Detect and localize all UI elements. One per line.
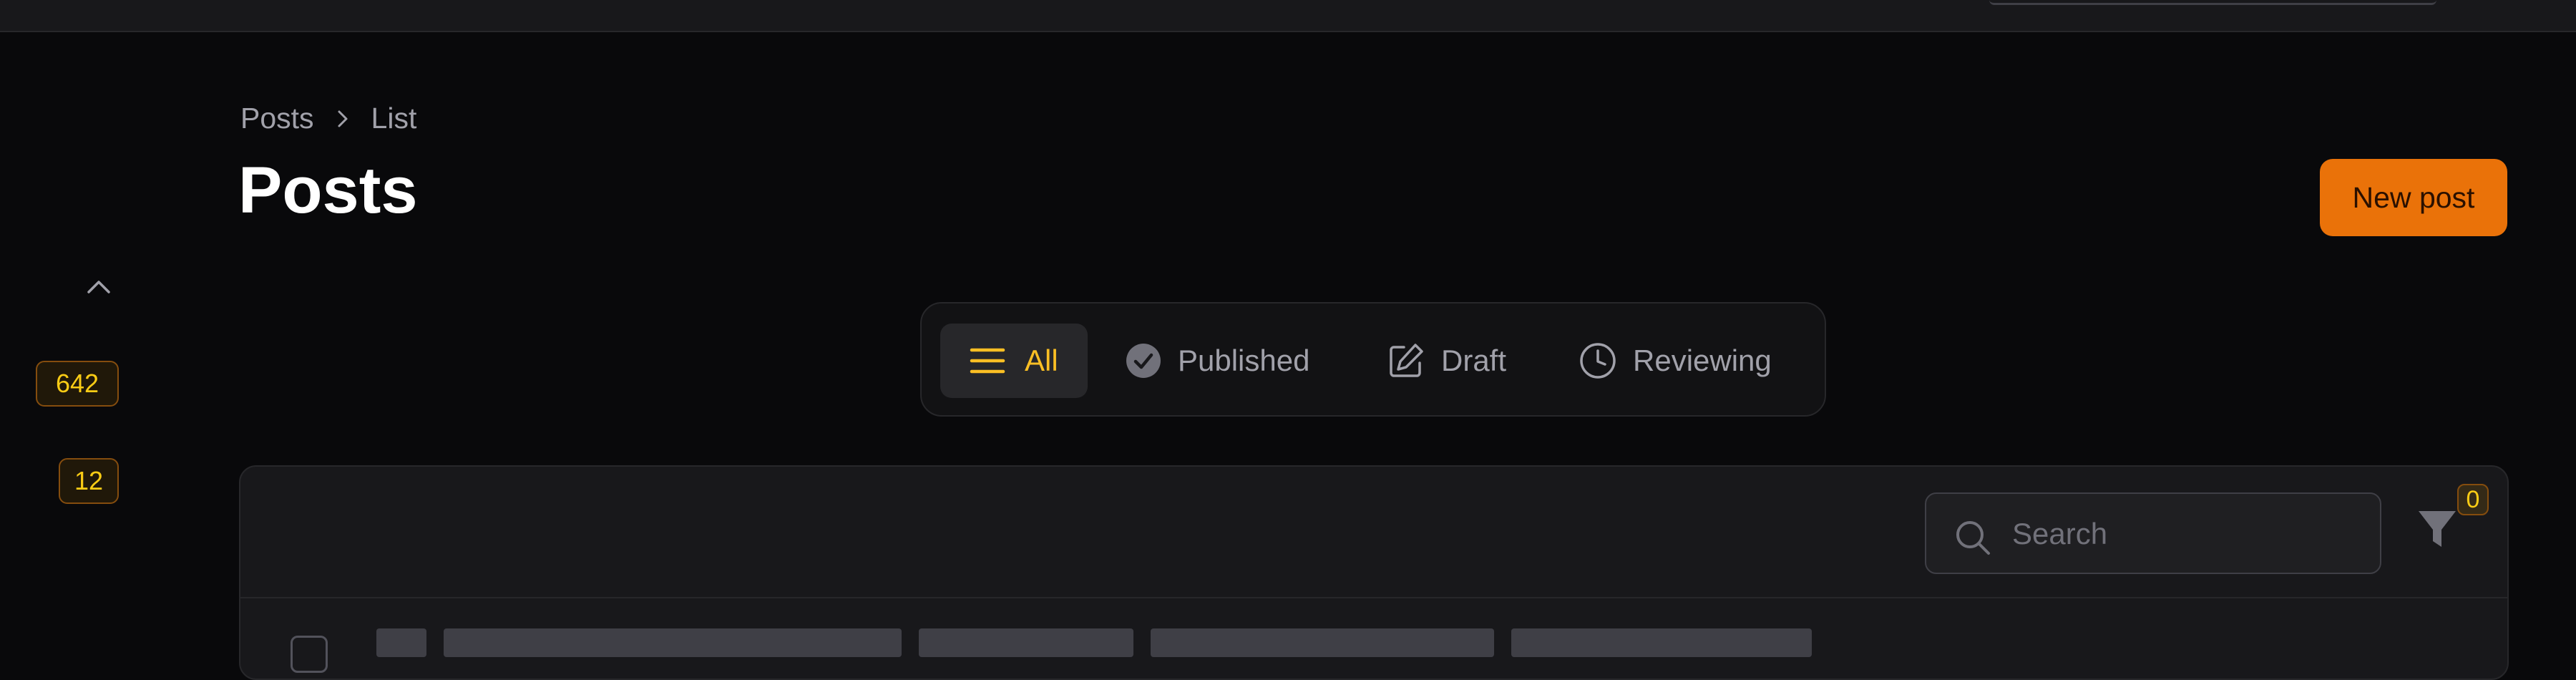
filter-count-badge: 0 xyxy=(2457,484,2489,515)
tab-all[interactable]: All xyxy=(940,324,1088,398)
sidebar-count-badge: 12 xyxy=(59,458,119,504)
tab-reviewing[interactable]: Reviewing xyxy=(1579,324,1772,398)
tab-published[interactable]: Published xyxy=(1125,324,1309,398)
pencil-square-icon xyxy=(1390,344,1423,377)
topbar xyxy=(0,0,2576,32)
check-circle-icon xyxy=(1126,344,1161,378)
chevron-up-icon[interactable] xyxy=(84,273,113,299)
table-search[interactable] xyxy=(1925,492,2381,574)
divider xyxy=(240,597,2507,598)
select-all-checkbox[interactable] xyxy=(291,636,328,673)
tab-draft[interactable]: Draft xyxy=(1387,324,1506,398)
tab-label: Reviewing xyxy=(1633,344,1772,377)
breadcrumb: Posts List xyxy=(240,102,416,135)
breadcrumb-item-posts[interactable]: Posts xyxy=(240,102,314,135)
chevron-right-icon xyxy=(338,110,348,127)
tab-label: All xyxy=(1025,344,1058,377)
tab-label: Draft xyxy=(1441,344,1507,377)
table-header-row xyxy=(376,628,2094,657)
page-title: Posts xyxy=(238,154,418,227)
search-icon xyxy=(1956,521,1990,555)
clock-icon xyxy=(1580,343,1616,379)
new-post-button[interactable]: New post xyxy=(2320,159,2507,236)
sidebar-count-badge: 642 xyxy=(36,361,119,407)
posts-table: 0 xyxy=(239,465,2509,680)
breadcrumb-item-list: List xyxy=(371,102,417,135)
filter-icon[interactable] xyxy=(2416,507,2459,553)
status-tabs: All Published Draft Reviewing xyxy=(920,302,1826,417)
search-input[interactable] xyxy=(2011,494,2357,574)
tab-label: Published xyxy=(1178,344,1310,377)
topbar-search-field[interactable] xyxy=(1989,0,2436,5)
list-icon xyxy=(970,348,1005,374)
